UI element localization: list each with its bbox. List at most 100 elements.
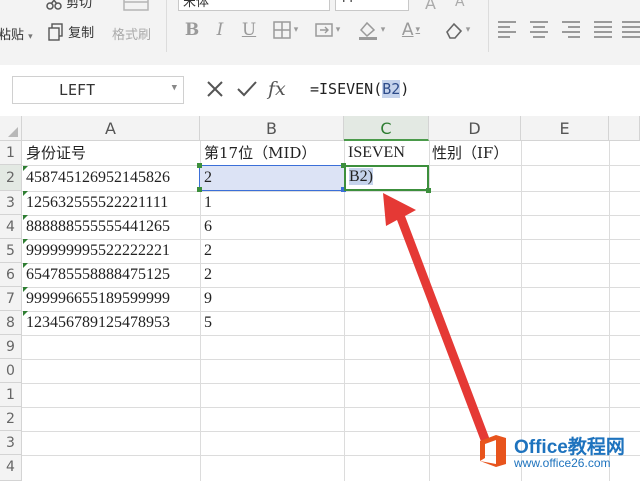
row-header-12[interactable]: 2	[0, 407, 22, 431]
watermark: Office教程网 www.office26.com	[478, 430, 640, 474]
name-box[interactable]: LEFT ▼	[12, 76, 184, 104]
cut-label: 剪切	[66, 0, 93, 11]
column-header-c[interactable]: C	[344, 116, 429, 141]
row-header-1[interactable]: 1	[0, 141, 22, 165]
error-indicator-icon[interactable]	[23, 215, 28, 220]
error-indicator-icon[interactable]	[23, 263, 28, 268]
align-distributed-icon[interactable]	[622, 20, 640, 38]
cell-b8[interactable]: 5	[204, 311, 212, 335]
selection-handle[interactable]	[197, 187, 202, 192]
cell-b3[interactable]: 1	[204, 191, 212, 215]
cut-button[interactable]: 剪切	[46, 0, 92, 14]
merge-icon	[314, 21, 334, 39]
column-header-d[interactable]: D	[429, 116, 521, 141]
row-header-9[interactable]: 9	[0, 335, 22, 359]
row-header-8[interactable]: 8	[0, 311, 22, 335]
watermark-title: Office教程网	[514, 437, 625, 458]
watermark-url: www.office26.com	[514, 456, 611, 470]
error-indicator-icon[interactable]	[23, 166, 28, 171]
ribbon-divider	[166, 0, 167, 52]
error-indicator-icon[interactable]	[23, 287, 28, 292]
bold-button[interactable]: B	[182, 17, 202, 43]
italic-button[interactable]: I	[210, 17, 230, 43]
row-header-11[interactable]: 1	[0, 383, 22, 407]
cell-a6[interactable]: 654785558888475125	[26, 263, 170, 287]
paste-button[interactable]: 粘贴 ▾	[0, 24, 33, 43]
column-header-a[interactable]: A	[22, 116, 200, 141]
ribbon-divider	[488, 0, 489, 52]
row-header-7[interactable]: 7	[0, 287, 22, 311]
align-right-icon[interactable]	[562, 20, 580, 38]
annotation-arrow-icon	[383, 193, 490, 444]
border-button[interactable]: ▾	[268, 17, 302, 43]
cell-a7[interactable]: 999996655189599999	[26, 287, 170, 311]
row-header-10[interactable]: 0	[0, 359, 22, 383]
formula-text: =ISEVEN(B2)	[310, 80, 409, 98]
cell-a2[interactable]: 458745126952145826	[26, 166, 170, 190]
confirm-formula-icon[interactable]	[236, 76, 258, 102]
cell-a4[interactable]: 888888555555441265	[26, 215, 170, 239]
cell-d1[interactable]: 性别（IF）	[432, 141, 508, 165]
row-header-4[interactable]: 4	[0, 215, 22, 239]
column-header-b[interactable]: B	[200, 116, 344, 141]
column-header-next[interactable]	[609, 116, 640, 141]
align-justify-icon[interactable]	[594, 20, 612, 38]
decrease-font-icon[interactable]: A	[455, 0, 465, 10]
ribbon-toolbar: 剪切 粘贴 ▾ 复制 格式刷 宋体 I I A A B I U ▾ ▾ ▾	[0, 0, 640, 58]
cell-b1[interactable]: 第17位（MID）	[204, 141, 316, 165]
select-all-corner[interactable]	[0, 116, 22, 141]
fill-color-button[interactable]: ▾	[352, 17, 390, 43]
align-left-icon[interactable]	[498, 20, 516, 38]
format-painter-button[interactable]: 格式刷	[112, 24, 151, 43]
chevron-down-icon: ▾	[335, 25, 341, 35]
font-name-box[interactable]: 宋体	[178, 0, 330, 11]
underline-button[interactable]: U	[238, 17, 260, 43]
error-indicator-icon[interactable]	[23, 311, 28, 316]
font-size-box[interactable]: I I	[335, 0, 409, 11]
cell-b4[interactable]: 6	[204, 215, 212, 239]
chevron-down-icon: ▾	[380, 25, 386, 35]
cell-b2-highlight[interactable]	[199, 165, 345, 191]
copy-button[interactable]: 复制	[48, 22, 94, 45]
copy-label: 复制	[68, 26, 95, 41]
paste-dropdown-icon[interactable]: ▾	[28, 32, 33, 42]
cell-b5[interactable]: 2	[204, 239, 212, 263]
insert-function-icon[interactable]: fx	[268, 76, 286, 102]
border-icon	[272, 20, 292, 40]
chevron-down-icon[interactable]: ▼	[172, 83, 177, 93]
font-color-icon: A	[401, 20, 414, 40]
row-header-5[interactable]: 5	[0, 239, 22, 263]
clear-format-button[interactable]: ▾	[438, 17, 476, 43]
selection-handle[interactable]	[197, 163, 202, 168]
cell-c1[interactable]: ISEVEN	[348, 141, 405, 165]
align-center-icon[interactable]	[530, 20, 548, 38]
row-header-3[interactable]: 3	[0, 191, 22, 215]
cell-b2[interactable]: 2	[204, 166, 212, 190]
row-header-14[interactable]: 4	[0, 455, 22, 481]
cell-a8[interactable]: 123456789125478953	[26, 311, 170, 335]
row-header-6[interactable]: 6	[0, 263, 22, 287]
font-name-value: 宋体	[183, 0, 210, 10]
cell-a5[interactable]: 999999995522222221	[26, 239, 170, 263]
paste-label: 粘贴	[0, 28, 25, 43]
font-color-button[interactable]: A ▾	[396, 17, 426, 43]
column-header-e[interactable]: E	[521, 116, 609, 141]
formula-reference: B2	[382, 80, 401, 98]
formula-input[interactable]: =ISEVEN(B2)	[300, 76, 640, 102]
row-header-13[interactable]: 3	[0, 431, 22, 455]
error-indicator-icon[interactable]	[23, 239, 28, 244]
increase-font-icon[interactable]: A	[425, 0, 436, 13]
cell-a3[interactable]: 125632555522221111	[26, 191, 168, 215]
cancel-formula-icon[interactable]	[206, 76, 224, 102]
cell-b6[interactable]: 2	[204, 263, 212, 287]
cell-c2-content: B2)	[349, 168, 373, 186]
copy-icon	[48, 22, 64, 45]
row-header-2[interactable]: 2	[0, 165, 22, 191]
error-indicator-icon[interactable]	[23, 191, 28, 196]
merge-button[interactable]: ▾	[310, 17, 344, 43]
formula-prefix: =ISEVEN(	[310, 80, 383, 98]
name-box-value: LEFT	[59, 81, 96, 99]
cell-a1[interactable]: 身份证号	[26, 141, 86, 165]
chevron-down-icon: ▾	[293, 25, 299, 35]
cell-b7[interactable]: 9	[204, 287, 212, 311]
